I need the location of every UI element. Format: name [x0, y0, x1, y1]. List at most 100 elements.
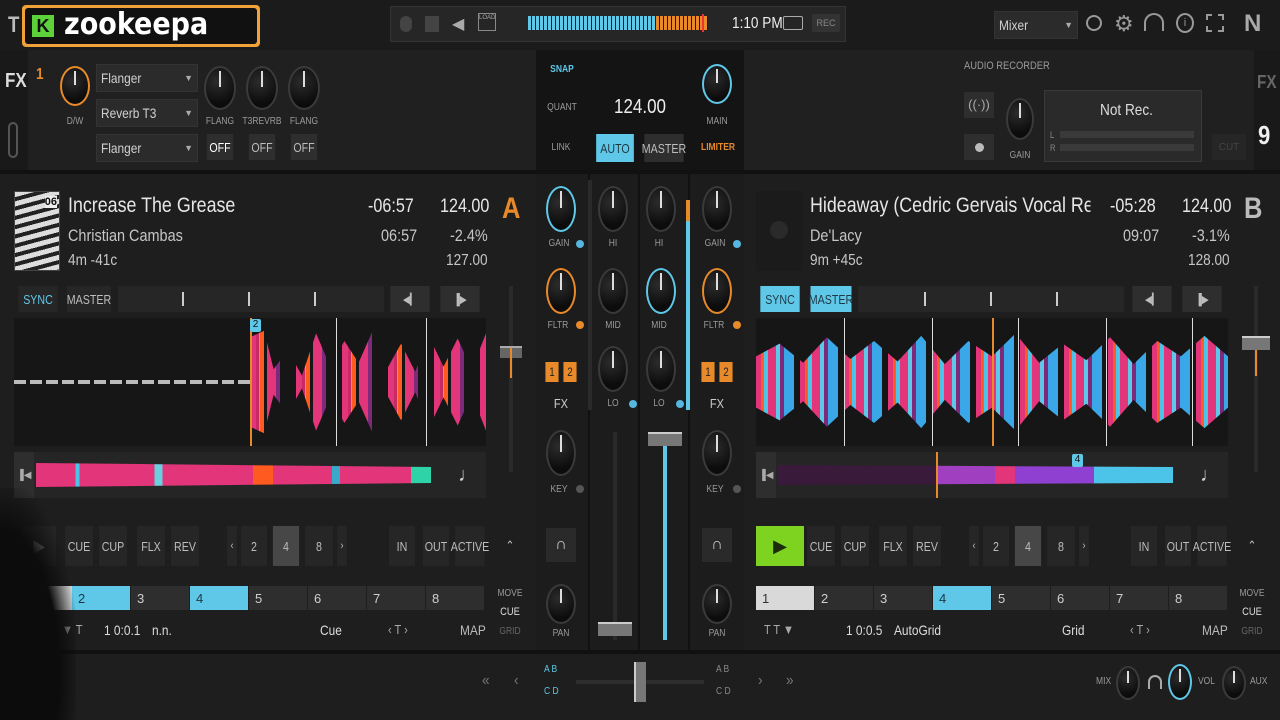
crossfader[interactable]: [576, 662, 704, 702]
ch-b-mid-knob[interactable]: [646, 268, 676, 314]
deck-b-rev-button[interactable]: REV: [913, 526, 941, 566]
deck-b-hotcue-6[interactable]: 6: [1051, 586, 1109, 610]
ch-a-key-knob[interactable]: [546, 430, 576, 476]
deck-a-in-button[interactable]: IN: [388, 526, 416, 566]
crossfader-right-cd[interactable]: C D: [716, 686, 731, 697]
deck-b-map-button[interactable]: MAP: [1202, 622, 1228, 638]
deck-a-bpm[interactable]: 124.00: [440, 196, 489, 218]
ch-a-filter-knob[interactable]: [546, 268, 576, 314]
search-icon[interactable]: [1086, 15, 1102, 31]
crossfader-fast-left[interactable]: «: [482, 672, 490, 690]
deck-a-flx-button[interactable]: FLX: [137, 526, 165, 566]
gear-icon[interactable]: ⚙: [1114, 11, 1134, 37]
crossfader-step-left[interactable]: ‹: [514, 672, 519, 690]
deck-b-cue-nav[interactable]: ‹ T ›: [1130, 622, 1150, 637]
ch-b-pan-knob[interactable]: [702, 584, 732, 624]
deck-b-hotcue-7[interactable]: 7: [1110, 586, 1168, 610]
fx-switch-1[interactable]: OFF: [206, 134, 234, 160]
deck-b-cue-name[interactable]: AutoGrid: [894, 622, 941, 638]
deck-a-loop-prev[interactable]: ‹: [227, 526, 237, 566]
deck-b-beatjump-fwd[interactable]: ▐▶: [1182, 286, 1222, 312]
deck-a-hotcue-8[interactable]: 8: [426, 586, 484, 610]
ch-a-fx1-button[interactable]: 1: [545, 362, 559, 382]
ch-b-gain-knob[interactable]: [702, 186, 732, 232]
deck-a-hotcue-4[interactable]: 4: [190, 586, 248, 610]
aux-knob[interactable]: [1222, 666, 1246, 700]
deck-a-beatjump-fwd[interactable]: ▐▶: [440, 286, 480, 312]
deck-b-bpm[interactable]: 124.00: [1182, 196, 1231, 218]
note-icon[interactable]: ♩: [458, 464, 478, 487]
fx-knob-2[interactable]: [246, 66, 278, 110]
deck-b-pitch-fader[interactable]: [1242, 286, 1270, 472]
deck-b-hotcue-5[interactable]: 5: [992, 586, 1050, 610]
deck-b-hotcue-4[interactable]: 4: [933, 586, 991, 610]
deck-a-pitch-fader[interactable]: [500, 286, 522, 472]
ch-b-cue-button[interactable]: ∩: [702, 528, 732, 562]
quant-toggle[interactable]: QUANT: [543, 102, 580, 113]
deck-b-cue-button[interactable]: CUE: [807, 526, 835, 566]
headphones-icon[interactable]: [1144, 13, 1164, 31]
deck-b-waveform[interactable]: [756, 318, 1228, 446]
deck-a-hotcue-7[interactable]: 7: [367, 586, 425, 610]
deck-a-loop-4[interactable]: 4: [272, 526, 300, 566]
layout-select[interactable]: Mixer ▼: [994, 11, 1078, 39]
master-bpm[interactable]: 124.00: [614, 96, 666, 119]
snap-toggle[interactable]: SNAP: [547, 64, 578, 75]
deck-b-cue-type[interactable]: Grid: [1062, 622, 1084, 638]
deck-b-nudge-icon[interactable]: T T ▼: [764, 622, 794, 637]
rec-indicator[interactable]: REC: [812, 14, 840, 32]
deck-a-cue-type[interactable]: Cue: [320, 622, 342, 638]
deck-b-move-label[interactable]: MOVE: [1238, 588, 1265, 599]
deck-b-master-button[interactable]: MASTER: [809, 286, 853, 312]
deck-b-loop-4[interactable]: 4: [1014, 526, 1042, 566]
deck-b-hotcue-2[interactable]: 2: [815, 586, 873, 610]
deck-b-collapse-button[interactable]: ⌃: [1237, 526, 1267, 566]
deck-b-stripe-start-icon[interactable]: ▐◀: [756, 452, 776, 498]
deck-b-in-button[interactable]: IN: [1130, 526, 1158, 566]
deck-b-cup-button[interactable]: CUP: [841, 526, 869, 566]
audio-icon[interactable]: [400, 16, 412, 32]
deck-b-loop-next[interactable]: ›: [1079, 526, 1089, 566]
deck-b-loop-2[interactable]: 2: [982, 526, 1010, 566]
crossfader-left-cd[interactable]: C D: [544, 686, 559, 697]
deck-a-move-label[interactable]: MOVE: [496, 588, 523, 599]
deck-b-beatjump-back[interactable]: ◀▎: [1132, 286, 1172, 312]
deck-b-grid-label[interactable]: GRID: [1238, 626, 1265, 637]
deck-a-map-button[interactable]: MAP: [460, 622, 486, 638]
deck-b-out-button[interactable]: OUT: [1164, 526, 1192, 566]
fx-dw-knob[interactable]: [60, 66, 90, 106]
deck-a-active-button[interactable]: ACTIVE: [451, 526, 489, 566]
crossfader-fast-right[interactable]: »: [786, 672, 794, 690]
speaker-icon[interactable]: ◀: [452, 14, 464, 34]
deck-b-loop-8[interactable]: 8: [1047, 526, 1075, 566]
fx-switch-2[interactable]: OFF: [248, 134, 276, 160]
note-icon[interactable]: ♩: [1200, 464, 1220, 487]
deck-a-overview[interactable]: ▐◀ ♩: [14, 452, 486, 498]
deck-a-hotcue-3[interactable]: 3: [131, 586, 189, 610]
ch-a-mid-knob[interactable]: [598, 268, 628, 314]
deck-a-grid-label[interactable]: GRID: [496, 626, 523, 637]
cue-volume-knob[interactable]: [1168, 664, 1192, 700]
master-button[interactable]: MASTER: [642, 134, 686, 162]
ch-a-key-dot[interactable]: [576, 485, 584, 493]
deck-b-sync-button[interactable]: SYNC: [760, 286, 800, 312]
deck-a-loop-8[interactable]: 8: [305, 526, 333, 566]
deck-a-hotcue-2[interactable]: 2: [72, 586, 130, 610]
deck-a-master-button[interactable]: MASTER: [67, 286, 111, 312]
ch-b-lo-knob[interactable]: [646, 346, 676, 392]
fx-slot-1[interactable]: Flanger ▼: [96, 64, 198, 92]
ch-a-fx2-button[interactable]: 2: [563, 362, 577, 382]
cut-button[interactable]: CUT: [1212, 134, 1246, 160]
deck-a-loop-2[interactable]: 2: [240, 526, 268, 566]
info-icon[interactable]: i: [1176, 13, 1194, 33]
deck-b-hotcue-1[interactable]: 1: [756, 586, 814, 610]
cue-mix-knob[interactable]: [1116, 666, 1140, 700]
ch-a-cue-button[interactable]: ∩: [546, 528, 576, 562]
deck-a-sync-button[interactable]: SYNC: [18, 286, 58, 312]
ch-b-key-knob[interactable]: [702, 430, 732, 476]
ch-a-pan-knob[interactable]: [546, 584, 576, 624]
deck-b-loop-prev[interactable]: ‹: [969, 526, 979, 566]
auto-button[interactable]: AUTO: [596, 134, 634, 162]
ch-b-key-dot[interactable]: [733, 485, 741, 493]
ch-b-volume-fader[interactable]: [648, 432, 682, 640]
